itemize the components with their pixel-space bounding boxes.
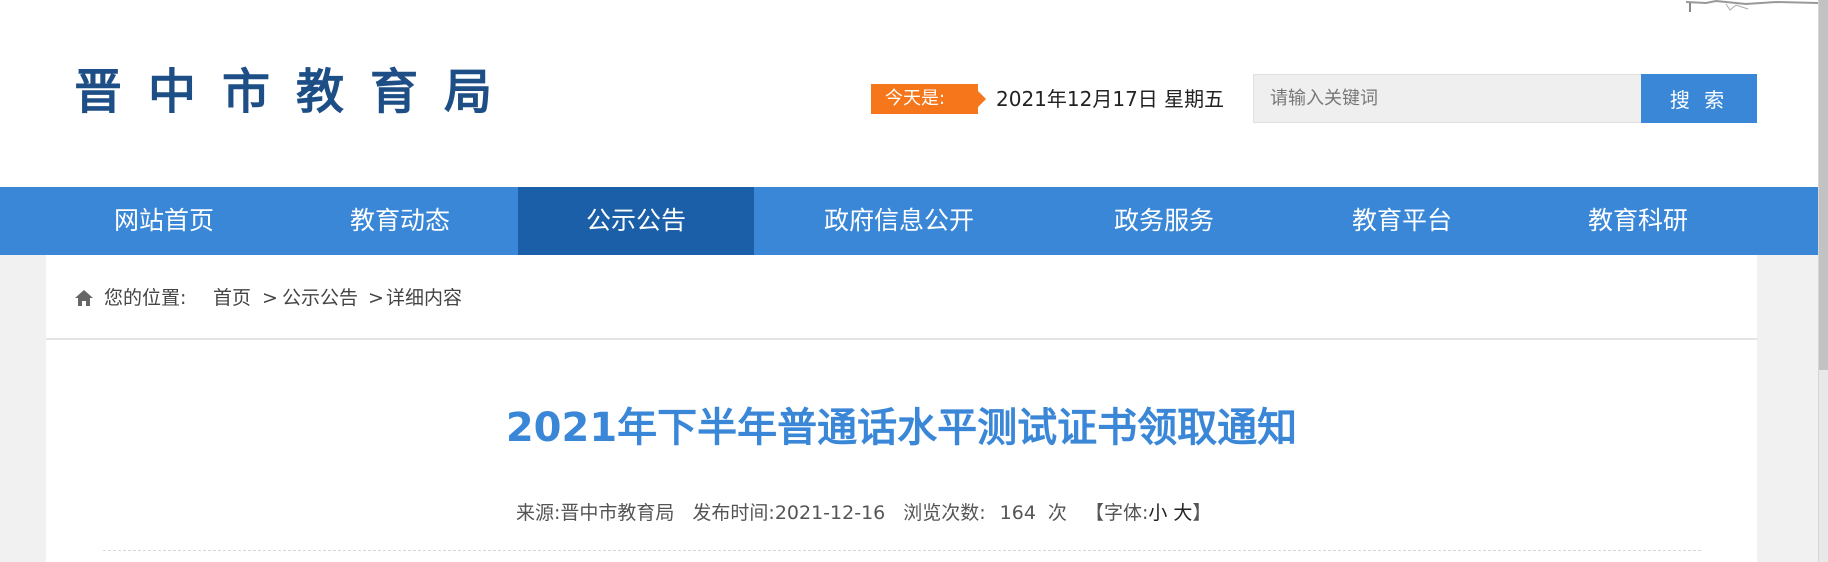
meta-divider — [103, 550, 1701, 551]
source-label: 来源: — [516, 502, 561, 524]
breadcrumb-home-link[interactable]: 首页 — [213, 283, 251, 313]
home-icon — [75, 290, 93, 306]
source-value: 晋中市教育局 — [560, 502, 675, 524]
nav-item-education-news[interactable]: 教育动态 — [282, 187, 518, 255]
site-logo[interactable]: 晋中市教育局 — [74, 60, 518, 124]
corner-decoration-icon — [1686, 0, 1818, 12]
views-count: 164 — [999, 502, 1036, 524]
views-unit: 次 — [1047, 502, 1067, 524]
content-container: 您的位置: 首页 > 公示公告 > 详细内容 2021年下半年普通话水平测试证书… — [46, 255, 1757, 562]
article-title: 2021年下半年普通话水平测试证书领取通知 — [505, 405, 1298, 451]
breadcrumb-separator: > — [368, 287, 384, 309]
nav-item-announcements[interactable]: 公示公告 — [518, 187, 754, 255]
breadcrumb-separator: > — [262, 287, 278, 309]
font-small-button[interactable]: 小 — [1148, 498, 1167, 528]
today-date: 2021年12月17日 星期五 — [996, 87, 1225, 111]
article-meta: 来源:晋中市教育局 发布时间:2021-12-16 浏览次数: 164 次【字体:小 大】 — [516, 498, 1211, 528]
breadcrumb-announcements-link[interactable]: 公示公告 — [282, 283, 358, 313]
main-nav: 网站首页 教育动态 公示公告 政府信息公开 政务服务 教育平台 教育科研 — [0, 187, 1818, 255]
font-large-button[interactable]: 大 — [1173, 498, 1192, 528]
font-size-label: 【字体: — [1084, 502, 1149, 524]
publish-label: 发布时间: — [692, 502, 775, 524]
nav-item-home[interactable]: 网站首页 — [46, 187, 282, 255]
publish-date: 2021-12-16 — [774, 502, 886, 524]
today-label-badge: 今天是: — [871, 84, 986, 114]
breadcrumb: 您的位置: 首页 > 公示公告 > 详细内容 — [46, 255, 1757, 340]
font-size-close: 】 — [1192, 502, 1212, 524]
scrollbar-thumb[interactable] — [1819, 0, 1828, 370]
nav-item-gov-info[interactable]: 政府信息公开 — [754, 187, 1044, 255]
views-label: 浏览次数: — [903, 502, 986, 524]
breadcrumb-label: 您的位置: — [104, 287, 187, 309]
nav-item-gov-services[interactable]: 政务服务 — [1044, 187, 1284, 255]
nav-item-edu-platform[interactable]: 教育平台 — [1284, 187, 1520, 255]
nav-item-edu-research[interactable]: 教育科研 — [1520, 187, 1756, 255]
breadcrumb-current: 详细内容 — [386, 287, 463, 309]
search-input[interactable] — [1253, 74, 1641, 123]
search-button[interactable]: 搜 索 — [1641, 74, 1757, 123]
site-header: 晋中市教育局 今天是: 2021年12月17日 星期五 搜 索 — [0, 0, 1818, 187]
